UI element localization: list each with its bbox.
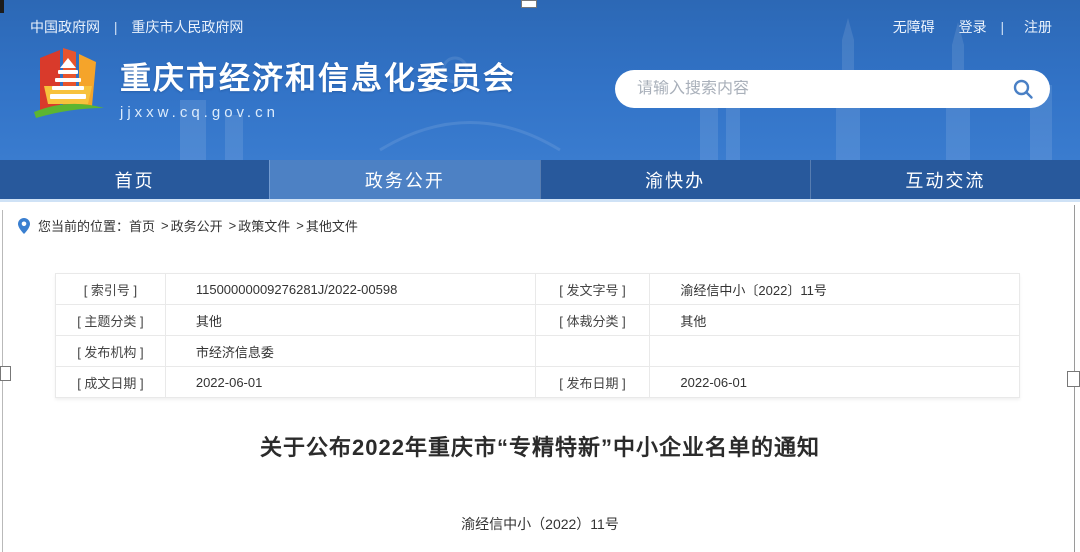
- meta-label: [535, 336, 650, 367]
- meta-label: [ 发布日期 ]: [535, 367, 650, 398]
- meta-label: [ 体裁分类 ]: [535, 305, 650, 336]
- meta-value: 2022-06-01: [650, 367, 1020, 398]
- selection-handle-right: [1067, 371, 1080, 387]
- selection-handle-left: [0, 366, 11, 381]
- account-links: 无障碍 登录 | 注册: [887, 17, 1052, 37]
- meta-label: [ 主题分类 ]: [56, 305, 166, 336]
- login-link[interactable]: 登录: [959, 19, 987, 35]
- breadcrumb-separator: >: [229, 218, 237, 233]
- login-register-divider: |: [1000, 19, 1004, 35]
- meta-value: 其他: [165, 305, 535, 336]
- brand-text: 重庆市经济和信息化委员会 jjxxw.cq.gov.cn: [120, 53, 516, 121]
- breadcrumb: 您当前的位置： 首页 > 政务公开 > 政策文件 > 其他文件: [0, 202, 1080, 247]
- table-row: [ 发布机构 ] 市经济信息委: [56, 336, 1020, 367]
- breadcrumb-other-files[interactable]: 其他文件: [306, 216, 358, 235]
- search-box: [615, 70, 1050, 108]
- gov-links: 中国政府网 | 重庆市人民政府网: [30, 17, 243, 37]
- top-link-bar: 中国政府网 | 重庆市人民政府网 无障碍 登录 | 注册: [0, 0, 1080, 40]
- meta-value: 2022-06-01: [165, 367, 535, 398]
- document-number: 渝经信中小（2022）11号: [0, 514, 1080, 534]
- meta-label: [ 成文日期 ]: [56, 367, 166, 398]
- nav-tab-interaction[interactable]: 互动交流: [810, 160, 1080, 199]
- breadcrumb-prefix: 您当前的位置：: [38, 216, 129, 235]
- breadcrumb-policy-files[interactable]: 政策文件: [238, 216, 290, 235]
- nav-tab-home[interactable]: 首页: [0, 160, 269, 199]
- article-title: 关于公布2022年重庆市“专精特新”中小企业名单的通知: [0, 430, 1080, 462]
- nav-tab-government-affairs[interactable]: 政务公开: [269, 160, 539, 199]
- document-meta-table: [ 索引号 ] 11500000009276281J/2022-00598 [ …: [55, 273, 1020, 398]
- meta-label: [ 索引号 ]: [56, 274, 166, 305]
- meta-value: 11500000009276281J/2022-00598: [165, 274, 535, 305]
- table-row: [ 成文日期 ] 2022-06-01 [ 发布日期 ] 2022-06-01: [56, 367, 1020, 398]
- accessibility-link[interactable]: 无障碍: [893, 19, 935, 35]
- main-nav: 首页 政务公开 渝快办 互动交流: [0, 160, 1080, 202]
- site-logo-icon[interactable]: [30, 46, 106, 128]
- meta-value: 渝经信中小〔2022〕11号: [650, 274, 1020, 305]
- register-link[interactable]: 注册: [1024, 19, 1052, 35]
- meta-value: 其他: [650, 305, 1020, 336]
- table-row: [ 索引号 ] 11500000009276281J/2022-00598 [ …: [56, 274, 1020, 305]
- site-title: 重庆市经济和信息化委员会: [120, 53, 516, 98]
- breadcrumb-zhengwugongkai[interactable]: 政务公开: [171, 216, 223, 235]
- meta-label: [ 发布机构 ]: [56, 336, 166, 367]
- site-url: jjxxw.cq.gov.cn: [120, 104, 516, 121]
- breadcrumb-separator: >: [161, 218, 169, 233]
- meta-value: 市经济信息委: [165, 336, 535, 367]
- breadcrumb-separator: >: [296, 218, 304, 233]
- location-pin-icon: [18, 218, 30, 234]
- nav-tab-yukuaiban[interactable]: 渝快办: [540, 160, 810, 199]
- search-input[interactable]: [637, 80, 1010, 98]
- search-icon[interactable]: [1010, 76, 1036, 102]
- table-row: [ 主题分类 ] 其他 [ 体裁分类 ] 其他: [56, 305, 1020, 336]
- meta-value: [650, 336, 1020, 367]
- selection-edge-left: [2, 210, 3, 552]
- link-divider: |: [114, 19, 118, 35]
- link-chongqing-gov[interactable]: 重庆市人民政府网: [131, 19, 243, 35]
- site-banner: 中国政府网 | 重庆市人民政府网 无障碍 登录 | 注册: [0, 0, 1080, 160]
- meta-label: [ 发文字号 ]: [535, 274, 650, 305]
- page: 中国政府网 | 重庆市人民政府网 无障碍 登录 | 注册: [0, 0, 1080, 552]
- breadcrumb-home[interactable]: 首页: [129, 216, 155, 235]
- link-china-gov[interactable]: 中国政府网: [30, 19, 100, 35]
